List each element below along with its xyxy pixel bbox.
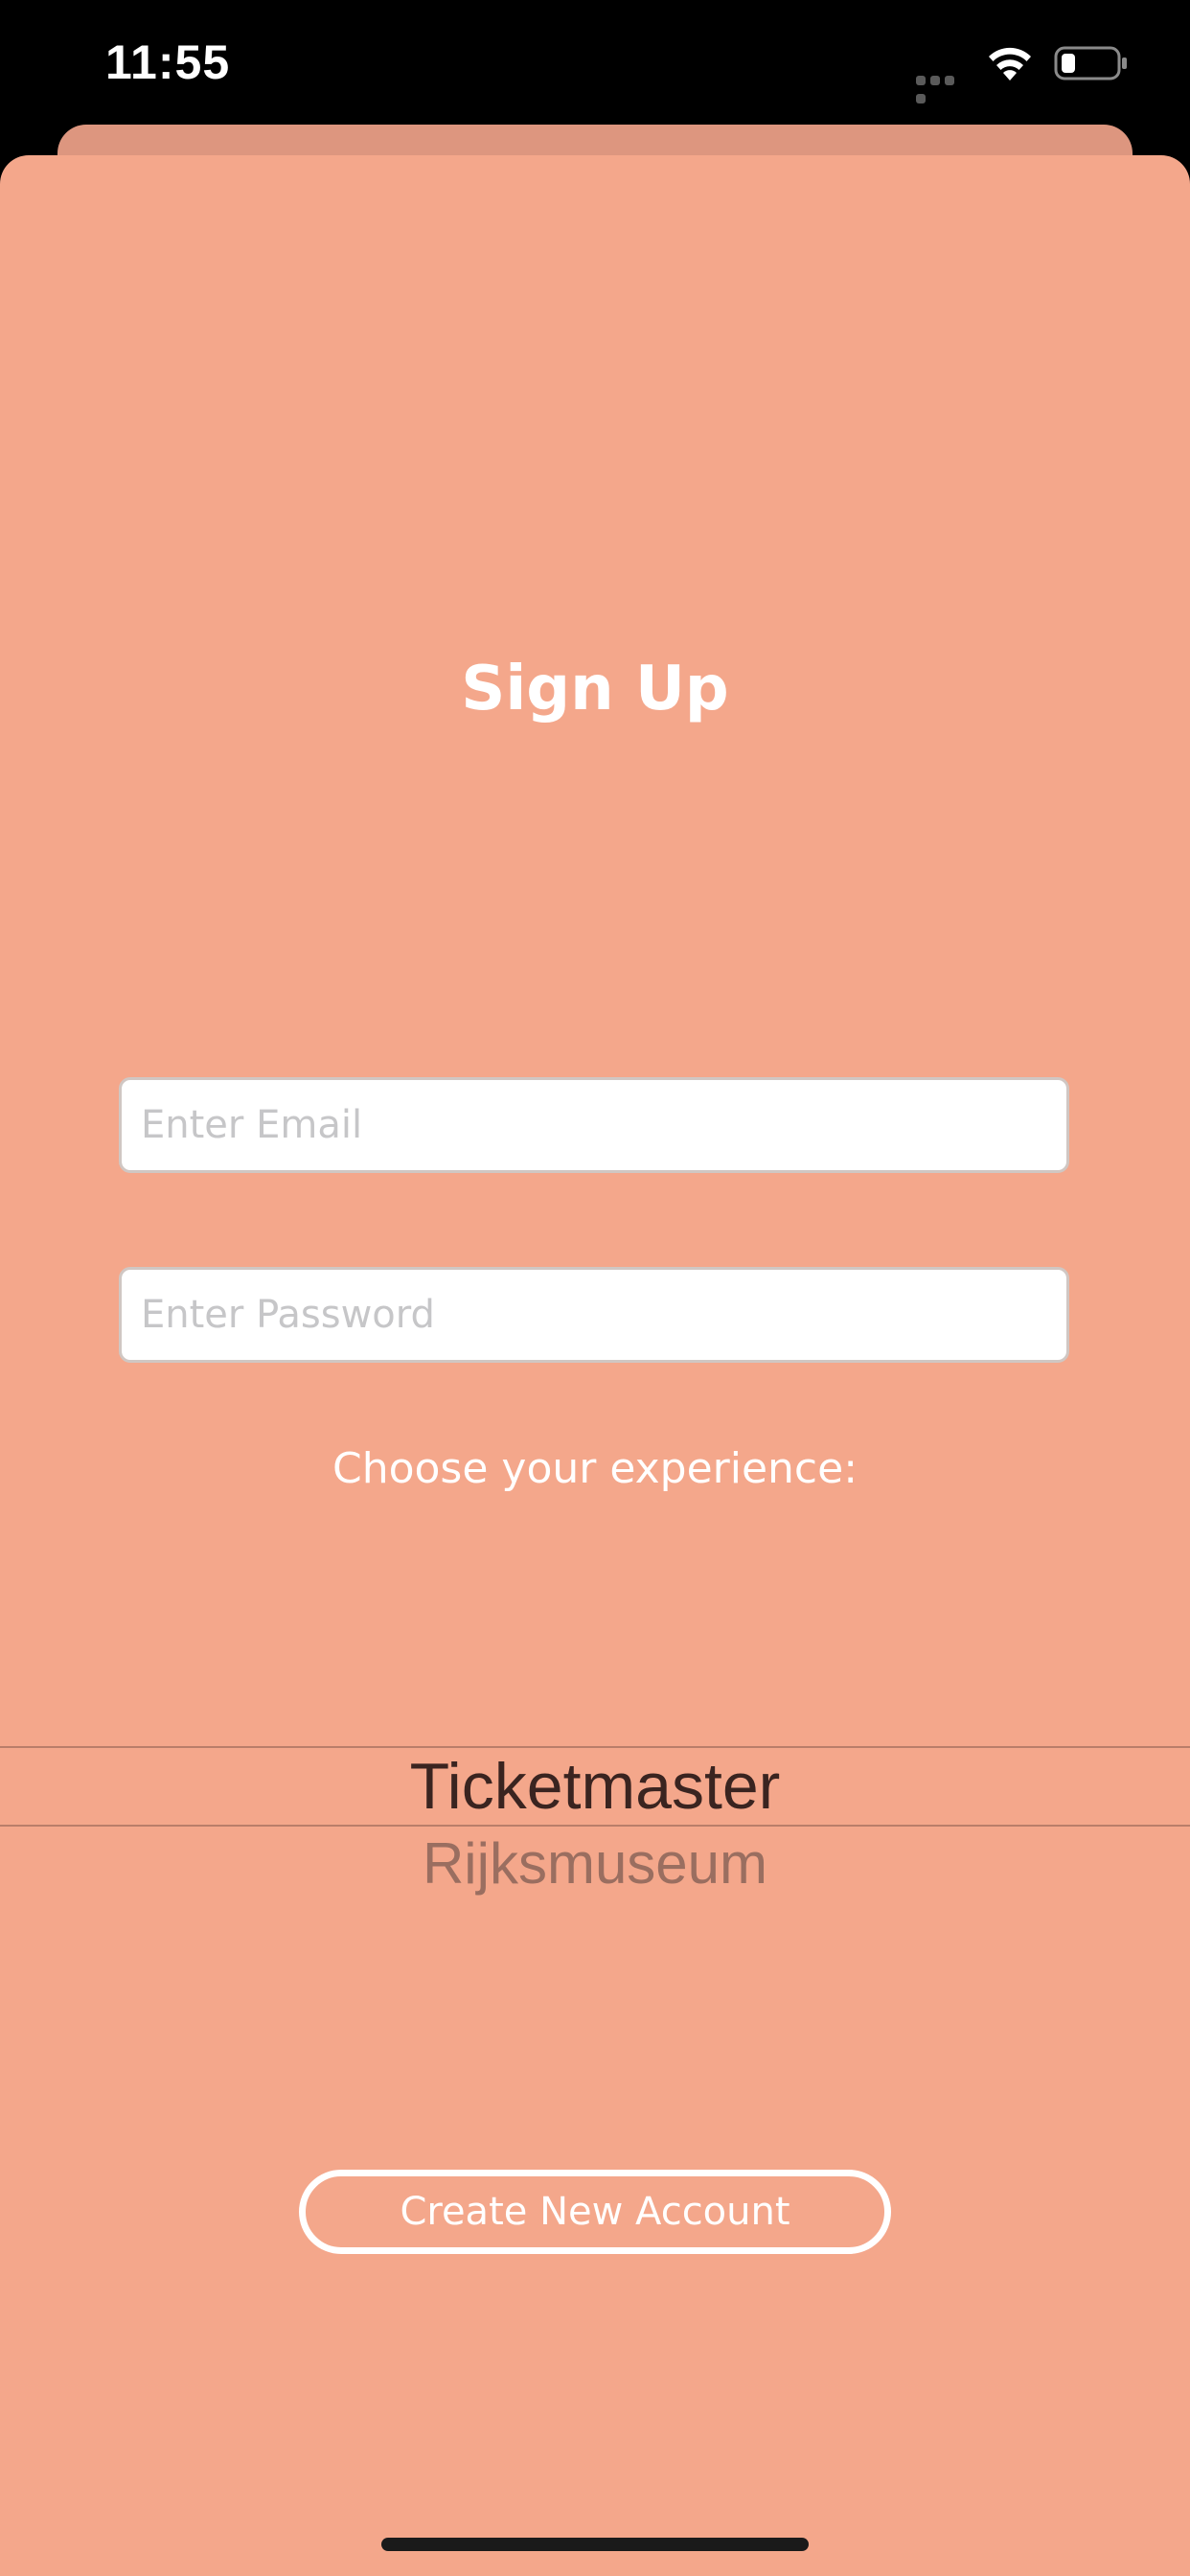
signal-dots-icon [916,71,972,104]
picker-option-selected[interactable]: Ticketmaster [0,1748,1190,1825]
status-time: 11:55 [105,35,231,89]
status-bar: 11:55 [0,0,1190,125]
screen: 11:55 Sign Up Choose your experience: Ti… [0,0,1190,2576]
home-indicator [381,2538,809,2551]
picker-bottom-divider [0,1825,1190,1827]
experience-picker[interactable]: Ticketmaster Rijksmuseum [0,1746,1190,1995]
sign-up-sheet: Sign Up Choose your experience: Ticketma… [0,155,1190,2576]
password-field[interactable] [119,1267,1069,1363]
battery-icon [1054,46,1127,80]
page-title: Sign Up [461,654,729,724]
create-account-button[interactable]: Create New Account [299,2170,891,2254]
choose-experience-label: Choose your experience: [332,1444,858,1493]
wifi-icon [989,47,1031,80]
email-field[interactable] [119,1077,1069,1173]
picker-option-next[interactable]: Rijksmuseum [0,1830,1190,1898]
